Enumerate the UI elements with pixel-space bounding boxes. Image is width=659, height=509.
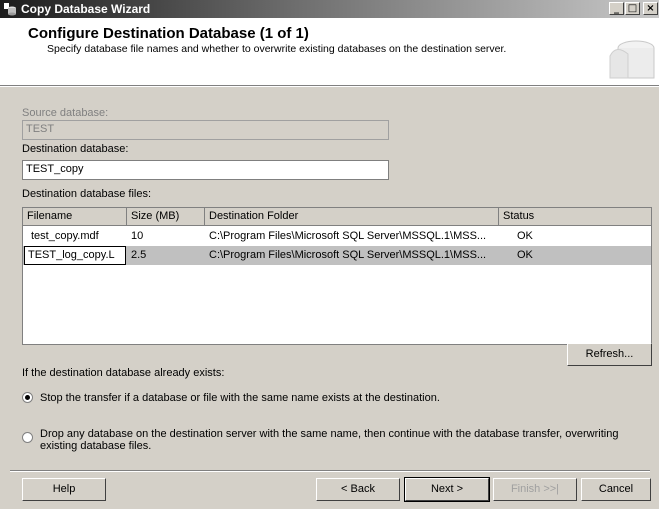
radio-selected-dot <box>25 395 30 400</box>
next-button[interactable]: Next > <box>404 477 490 502</box>
destination-database-label: Destination database: <box>22 143 129 155</box>
cell-filename-editing[interactable]: TEST_log_copy.L <box>24 246 126 265</box>
cell-status: OK <box>517 230 533 242</box>
source-database-label: Source database: <box>22 107 109 119</box>
refresh-button[interactable]: Refresh... <box>567 343 652 366</box>
stop-transfer-radio[interactable] <box>22 392 33 403</box>
page-title: Configure Destination Database (1 of 1) <box>28 25 309 42</box>
stop-transfer-label[interactable]: Stop the transfer if a database or file … <box>40 392 440 404</box>
cell-size[interactable]: 2.5 <box>127 246 205 265</box>
drop-database-label-line2[interactable]: existing database files. <box>40 440 151 452</box>
destination-files-label: Destination database files: <box>22 188 152 200</box>
cell-size[interactable]: 10 <box>127 227 205 246</box>
wizard-banner-icon <box>609 40 655 79</box>
finish-button[interactable]: Finish >>| <box>493 478 577 501</box>
maximize-button[interactable]: □ <box>625 2 640 15</box>
page-subtitle: Specify database file names and whether … <box>47 43 507 55</box>
window-title: Copy Database Wizard <box>21 2 151 16</box>
column-header-filename[interactable]: Filename <box>23 208 127 226</box>
drop-database-radio[interactable] <box>22 432 33 443</box>
column-header-folder[interactable]: Destination Folder <box>205 208 499 226</box>
cell-folder[interactable]: C:\Program Files\Microsoft SQL Server\MS… <box>205 246 499 265</box>
drop-database-label[interactable]: Drop any database on the destination ser… <box>40 428 618 440</box>
column-header-status[interactable]: Status <box>499 208 651 226</box>
footer-divider <box>10 470 650 472</box>
cell-status: OK <box>517 249 533 261</box>
cell-filename[interactable]: test_copy.mdf <box>27 227 127 246</box>
column-header-size[interactable]: Size (MB) <box>127 208 205 226</box>
back-button[interactable]: < Back <box>316 478 400 501</box>
files-table[interactable]: Filename Size (MB) Destination Folder St… <box>22 207 652 345</box>
minimize-button[interactable]: _ <box>609 2 624 15</box>
exists-label: If the destination database already exis… <box>22 367 225 379</box>
destination-database-input[interactable]: TEST_copy <box>22 160 389 180</box>
source-database-field: TEST <box>22 120 389 140</box>
cell-folder[interactable]: C:\Program Files\Microsoft SQL Server\MS… <box>205 227 499 246</box>
help-button[interactable]: Help <box>22 478 106 501</box>
close-button[interactable]: × <box>643 2 658 15</box>
cancel-button[interactable]: Cancel <box>581 478 651 501</box>
database-wizard-icon <box>4 3 16 16</box>
